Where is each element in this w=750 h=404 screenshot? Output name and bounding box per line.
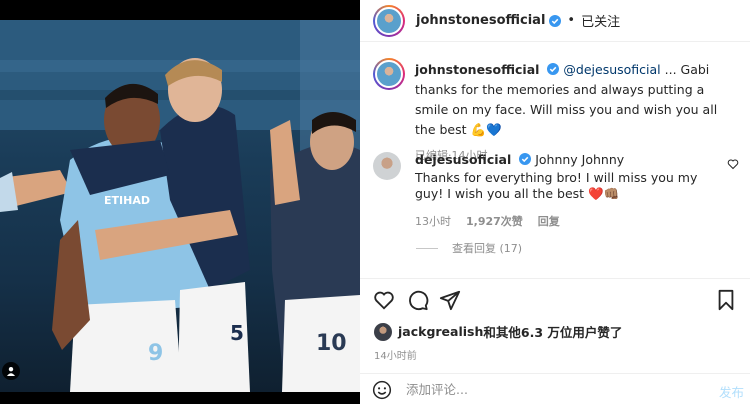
comment-avatar[interactable] bbox=[373, 152, 401, 180]
save-button[interactable] bbox=[714, 288, 738, 312]
likes-count[interactable]: 和其他6.3 万位用户赞了 bbox=[483, 322, 622, 341]
heart-icon bbox=[374, 291, 394, 310]
comment-author[interactable]: dejesusoficial bbox=[415, 152, 511, 167]
person-icon bbox=[7, 367, 15, 376]
separator-dot: • bbox=[567, 13, 576, 28]
jersey-sponsor: ETIHAD bbox=[104, 194, 150, 207]
jersey-number-10: 10 bbox=[316, 331, 347, 356]
comment-text: Thanks for everything bro! I will miss y… bbox=[415, 170, 698, 201]
comment-bubble-icon bbox=[409, 290, 429, 311]
caption-author[interactable]: johnstonesofficial bbox=[415, 62, 539, 77]
replies-divider bbox=[416, 247, 438, 249]
liker-avatar[interactable] bbox=[374, 322, 392, 341]
post-comment-button[interactable]: 发布 bbox=[719, 382, 744, 401]
jersey-number-9: 9 bbox=[148, 341, 163, 366]
like-button[interactable] bbox=[372, 288, 396, 312]
author-username[interactable]: johnstonesofficial bbox=[416, 13, 545, 28]
comment-meta: 13小时 1,927次赞 回复 bbox=[415, 214, 727, 230]
comment-button[interactable] bbox=[406, 288, 430, 312]
likes-summary: jackgrealish 和其他6.3 万位用户赞了 bbox=[374, 322, 622, 341]
post-header: johnstonesofficial • 已关注 bbox=[360, 0, 750, 42]
post-timestamp: 14小时前 bbox=[374, 351, 417, 362]
comment-emoji: ❤️👊🏽 bbox=[588, 186, 620, 201]
caption-emoji: 💪💙 bbox=[470, 122, 502, 137]
view-replies-label: 查看回复 (17) bbox=[452, 242, 523, 255]
post-photo[interactable]: 9 5 10 ETIHAD bbox=[0, 0, 360, 404]
author-avatar[interactable] bbox=[373, 4, 405, 37]
action-bar: jackgrealish 和其他6.3 万位用户赞了 14小时前 bbox=[360, 278, 750, 378]
post-sidebar: johnstonesofficial • 已关注 johnstonesoffic… bbox=[360, 0, 750, 404]
view-replies-button[interactable]: 查看回复 (17) bbox=[416, 240, 522, 256]
photo-image: 9 5 10 ETIHAD bbox=[0, 20, 360, 392]
comment-likes[interactable]: 1,927次赞 bbox=[466, 214, 523, 230]
verified-badge-icon bbox=[519, 153, 532, 165]
verified-badge-icon bbox=[549, 14, 562, 27]
share-button[interactable] bbox=[438, 288, 462, 312]
paper-plane-icon bbox=[439, 290, 461, 311]
comment-first-line: Johnny Johnny bbox=[535, 152, 625, 167]
tagged-users-button[interactable] bbox=[2, 362, 20, 380]
follow-status-button[interactable]: 已关注 bbox=[581, 11, 620, 30]
jersey-number-5: 5 bbox=[230, 321, 244, 345]
caption-avatar[interactable] bbox=[373, 58, 405, 90]
comment-like-heart-icon[interactable] bbox=[727, 158, 739, 170]
comment-reply-button[interactable]: 回复 bbox=[538, 214, 560, 230]
comment-composer: 发布 bbox=[360, 373, 750, 404]
emoji-icon[interactable] bbox=[372, 380, 392, 400]
bookmark-icon bbox=[718, 289, 734, 311]
liker-username[interactable]: jackgrealish bbox=[398, 324, 483, 339]
comment-input[interactable] bbox=[406, 374, 706, 404]
verified-badge-icon bbox=[547, 63, 560, 75]
comment-body: dejesusoficial Johnny Johnny Thanks for … bbox=[415, 150, 727, 230]
caption-mention[interactable]: @dejesusoficial bbox=[563, 62, 660, 77]
comment-time[interactable]: 13小时 bbox=[415, 214, 451, 230]
